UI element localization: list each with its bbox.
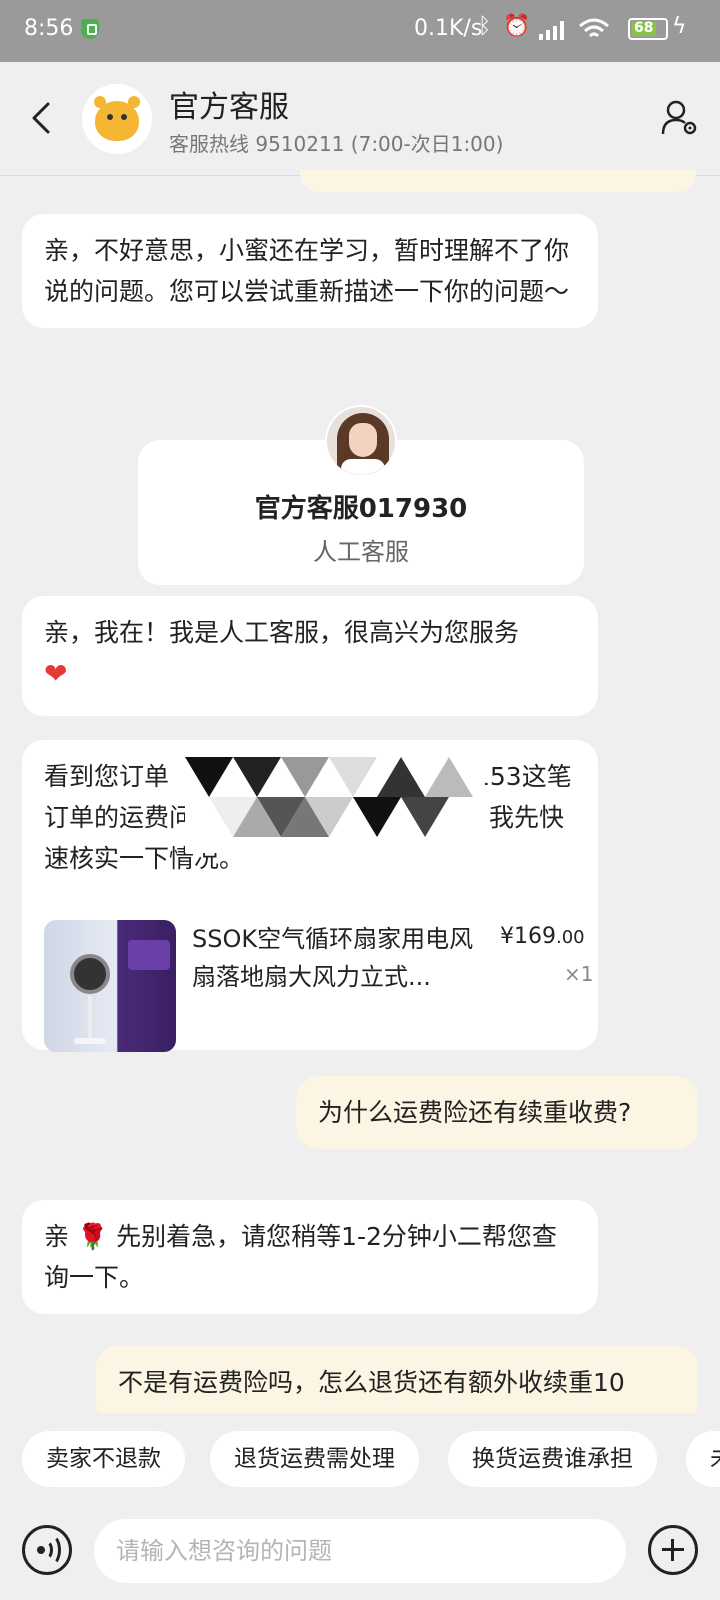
back-arrow-icon[interactable] — [28, 100, 56, 136]
agent-role: 人工客服 — [313, 538, 409, 566]
quick-reply-chip[interactable]: 卖家不退款 — [22, 1431, 185, 1487]
battery-level: 68 — [634, 20, 654, 36]
agent-avatar — [325, 405, 397, 477]
battery-icon: 68 — [628, 18, 668, 40]
hd-signal-icon — [539, 21, 564, 40]
message-bubble-received: 亲，我在！我是人工客服，很高兴为您服务 ❤ — [22, 596, 598, 716]
status-bar: 8:56 0.1K/s ᛒ ⏰ 68 ϟ — [0, 0, 720, 62]
product-card[interactable]: SSOK空气循环扇家用电风扇落地扇大风力立式... ¥169.00 ×1 — [44, 920, 594, 1052]
message-text: 亲，不好意思，小蜜还在学习，暂时理解不了你说的问题。您可以尝试重新描述一下你的问… — [44, 236, 570, 306]
message-text: 先别着急，请您稍等1-2分钟小二帮您查询一下。 — [44, 1222, 557, 1292]
message-text: 亲，我在！我是人工客服，很高兴为您服务 — [44, 618, 520, 647]
network-speed: 0.1K/s — [414, 16, 483, 41]
product-name: SSOK空气循环扇家用电风扇落地扇大风力立式... — [192, 925, 474, 991]
agent-name: 官方客服017930 — [254, 494, 468, 524]
rose-emoji-icon: 🌹 — [76, 1222, 109, 1251]
message-text: 为什么运费险还有续重收费? — [318, 1098, 632, 1127]
product-thumbnail — [44, 920, 176, 1052]
hotline-text: 客服热线 9510211 (7:00-次日1:00) — [169, 132, 504, 156]
alarm-icon: ⏰ — [503, 14, 531, 39]
message-text: 不是有运费险吗，怎么退货还有额外收续重10 — [118, 1368, 625, 1397]
message-text: 订单的运费问 — [44, 803, 195, 832]
product-price: ¥169.00 — [500, 924, 585, 949]
page-title: 官方客服 — [169, 90, 289, 125]
message-bubble-received: 亲 🌹 先别着急，请您稍等1-2分钟小二帮您查询一下。 — [22, 1200, 598, 1314]
message-text: 亲 — [44, 1222, 70, 1251]
previous-message-bubble — [300, 170, 696, 192]
status-time: 8:56 — [24, 16, 74, 41]
quick-reply-bar: 卖家不退款 退货运费需处理 换货运费谁承担 未 — [0, 1413, 720, 1503]
message-bubble-received: 亲，不好意思，小蜜还在学习，暂时理解不了你说的问题。您可以尝试重新描述一下你的问… — [22, 214, 598, 328]
voice-input-button[interactable] — [22, 1525, 72, 1575]
wifi-icon — [579, 18, 609, 38]
service-avatar[interactable] — [82, 84, 152, 154]
message-bubble-sent: 为什么运费险还有续重收费? — [296, 1076, 698, 1149]
privacy-mosaic — [185, 757, 485, 853]
message-text: 153这笔 — [474, 762, 572, 791]
chat-header: 官方客服 客服热线 9510211 (7:00-次日1:00) — [0, 62, 720, 176]
input-bar — [0, 1503, 720, 1600]
quick-reply-chip[interactable]: 未 — [686, 1431, 720, 1487]
shield-icon — [81, 19, 99, 39]
bluetooth-icon: ᛒ — [478, 14, 492, 39]
product-quantity: ×1 — [564, 962, 594, 986]
add-attachment-button[interactable] — [648, 1525, 698, 1575]
user-settings-icon[interactable] — [660, 98, 700, 138]
quick-reply-chip[interactable]: 退货运费需处理 — [210, 1431, 419, 1487]
quick-reply-chip[interactable]: 换货运费谁承担 — [448, 1431, 657, 1487]
message-input[interactable] — [94, 1519, 626, 1583]
heart-emoji-icon: ❤ — [44, 657, 68, 690]
charging-icon: ϟ — [672, 14, 687, 39]
message-text: 看到您订单 — [44, 762, 170, 791]
